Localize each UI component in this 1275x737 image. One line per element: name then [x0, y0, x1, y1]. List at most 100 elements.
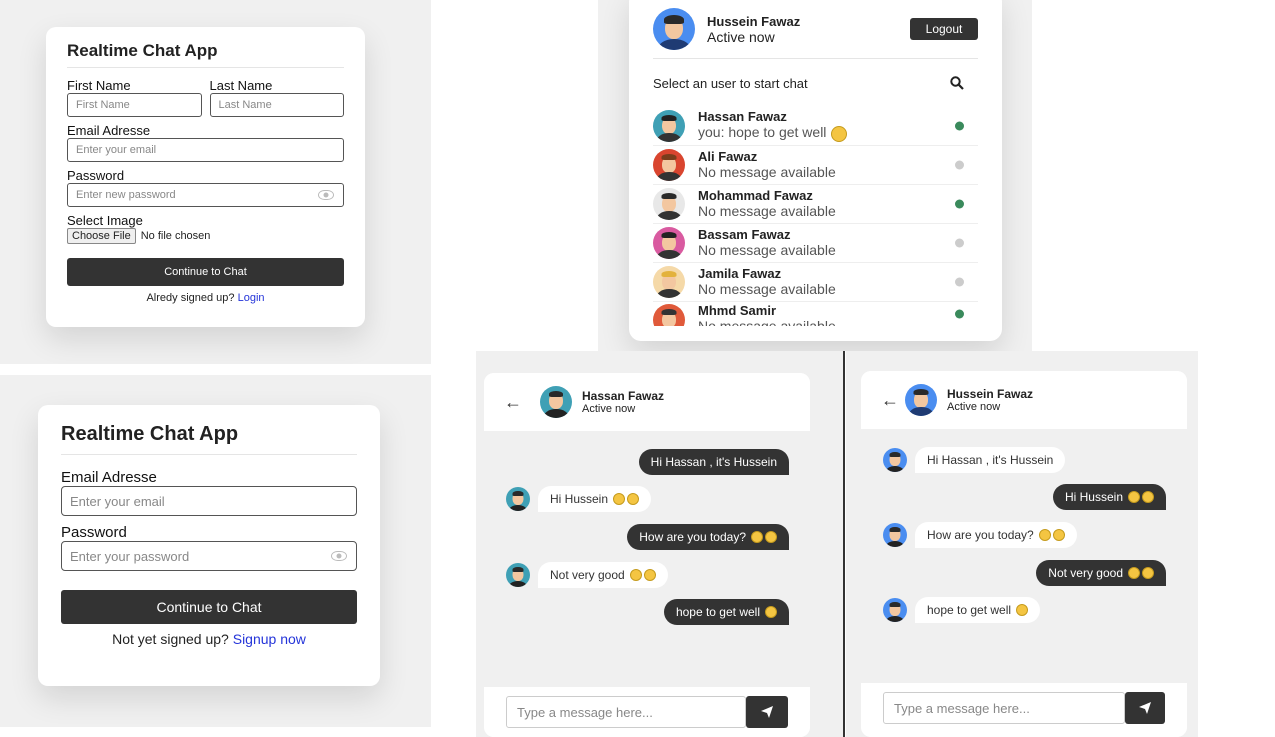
user-row[interactable]: Jamila Fawaz No message available [653, 263, 978, 302]
chat-footer: Type a message here... [484, 687, 810, 737]
sender-avatar [883, 598, 907, 622]
eye-icon[interactable] [318, 190, 334, 200]
emoji-icon [765, 531, 777, 543]
contact-name: Hussein Fawaz [947, 387, 1034, 401]
login-screen: Realtime Chat App Email Adresse Enter yo… [0, 375, 431, 727]
emoji-icon [751, 531, 763, 543]
send-icon [1139, 702, 1151, 714]
search-icon[interactable] [950, 76, 964, 90]
user-row[interactable]: Mhmd Samir No message available [653, 302, 978, 326]
user-name: Mohammad Fawaz [698, 188, 813, 203]
first-name-field[interactable]: First Name [67, 93, 202, 117]
back-arrow-icon[interactable]: ← [504, 392, 528, 413]
chat-screen-hassan: ← Hassan Fawaz Active now Hi Hassan , it… [476, 351, 844, 737]
chat-footer: Type a message here... [861, 683, 1187, 733]
send-button[interactable] [746, 696, 788, 728]
user-name: Ali Fawaz [698, 149, 758, 164]
status-dot [955, 160, 964, 170]
sent-message: How are you today? [627, 524, 789, 550]
back-arrow-icon[interactable]: ← [881, 390, 905, 411]
choose-file-button[interactable]: Choose File [67, 228, 136, 244]
continue-button[interactable]: Continue to Chat [67, 258, 344, 286]
user-list: Hassan Fawaz you: hope to get well Ali Faw… [653, 107, 978, 326]
status-dot [955, 277, 964, 287]
sent-message: Not very good [1036, 560, 1166, 586]
password-placeholder: Enter new password [76, 189, 176, 201]
message-input[interactable]: Type a message here... [506, 696, 746, 728]
search-prompt: Select an user to start chat [653, 75, 808, 91]
message-text: How are you today? [927, 528, 1034, 542]
message-input[interactable]: Type a message here... [883, 692, 1125, 724]
emoji-icon [1038, 529, 1051, 541]
user-name: Hassan Fawaz [698, 109, 787, 125]
login-link[interactable]: Login [238, 292, 265, 304]
last-name-placeholder: Last Name [218, 99, 272, 111]
logout-button[interactable]: Logout [910, 18, 978, 40]
send-icon [761, 706, 773, 718]
last-name-field[interactable]: Last Name [209, 93, 344, 117]
email-field[interactable]: Enter your email [61, 486, 357, 516]
user-last-message: No message available [698, 318, 836, 326]
contact-avatar [540, 386, 572, 418]
emoji-icon [1142, 567, 1154, 579]
email-label: Email Adresse [61, 469, 157, 486]
user-name: Jamila Fawaz [698, 266, 782, 281]
no-file-text: No file chosen [140, 230, 211, 242]
password-field[interactable]: Enter your password [61, 541, 357, 571]
emoji-icon [1142, 491, 1154, 503]
status-dot [955, 121, 964, 131]
user-row[interactable]: Ali Fawaz No message available [653, 146, 978, 185]
contact-avatar [905, 384, 937, 416]
user-row[interactable]: Mohammad Fawaz No message available [653, 185, 978, 224]
message-text: Not very good [1048, 566, 1123, 580]
image-label: Select Image [67, 213, 143, 228]
emoji-icon [629, 569, 642, 581]
emoji-icon [627, 493, 640, 505]
sender-avatar [883, 523, 907, 547]
send-button[interactable] [1125, 692, 1165, 724]
user-last-message: No message available [698, 242, 836, 258]
chat-header: ← Hussein Fawaz Active now [861, 371, 1187, 429]
user-avatar [653, 227, 685, 259]
password-field[interactable]: Enter new password [67, 183, 344, 207]
user-row[interactable]: Hassan Fawaz you: hope to get well [653, 107, 978, 146]
message-text: Hi Hussein [1064, 490, 1123, 504]
chat-messages: Hi Hassan , it's Hussein Hi Hussein How ar… [484, 431, 810, 687]
user-avatar [653, 149, 685, 181]
user-name: Bassam Fawaz [698, 227, 791, 242]
chat-screen-hussein: ← Hussein Fawaz Active now Hi Hassan , i… [846, 351, 1198, 737]
message-text: How are you today? [639, 530, 746, 544]
email-label: Email Adresse [67, 123, 151, 138]
last-name-label: Last Name [209, 78, 273, 93]
password-label: Password [61, 524, 127, 541]
received-message: How are you today? [915, 522, 1077, 548]
emoji-icon [831, 125, 848, 142]
email-field[interactable]: Enter your email [67, 138, 344, 162]
user-avatar [653, 188, 685, 220]
user-last-message: No message available [698, 281, 836, 297]
user-last-message: you: hope to get well [698, 124, 848, 142]
signup-screen: Realtime Chat App First Name First Name … [0, 0, 431, 364]
signup-link[interactable]: Signup now [233, 631, 306, 647]
emoji-icon [1052, 529, 1065, 541]
user-last-message: No message available [698, 203, 836, 219]
sent-message: Hi Hussein [1052, 484, 1166, 510]
chat-messages: Hi Hassan , it's Hussein Hi Hussein How ar… [861, 429, 1187, 683]
contact-status: Active now [947, 401, 1001, 413]
user-avatar [653, 266, 685, 298]
received-message: Hi Hussein [538, 486, 652, 512]
message-text: Not very good [550, 568, 625, 582]
user-last-message: No message available [698, 164, 836, 180]
contact-status: Active now [582, 403, 636, 415]
sender-avatar [506, 563, 530, 587]
continue-button[interactable]: Continue to Chat [61, 590, 357, 624]
sent-message: hope to get well [663, 599, 789, 625]
chat-card: ← Hussein Fawaz Active now Hi Hassan , i… [861, 371, 1187, 737]
emoji-icon [1016, 604, 1029, 616]
users-screen: Hussein Fawaz Active now Logout Select a… [598, 0, 1032, 351]
login-footer-text: Not yet signed up? [112, 631, 229, 647]
eye-icon[interactable] [331, 551, 347, 561]
my-name: Hussein Fawaz [707, 13, 801, 29]
user-row[interactable]: Bassam Fawaz No message available [653, 224, 978, 263]
divider [843, 351, 845, 737]
